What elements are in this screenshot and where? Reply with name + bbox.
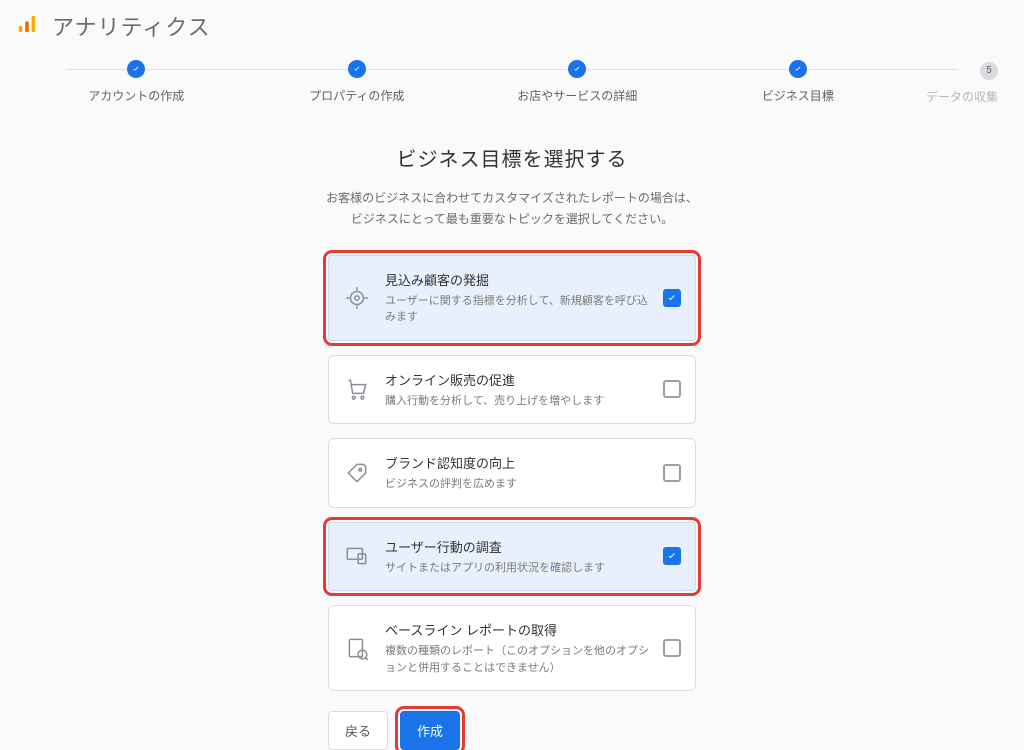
devices-icon (343, 543, 371, 569)
product-name: アナリティクス (52, 10, 211, 42)
step-data-collection: 5 データの収集 (908, 60, 998, 105)
tag-icon (343, 460, 371, 486)
objective-cards: 見込み顧客の発掘 ユーザーに関する指標を分析して、新規顧客を呼び込みます オンラ… (328, 255, 696, 692)
card-online-sales[interactable]: オンライン販売の促進 購入行動を分析して、売り上げを増やします (328, 355, 696, 425)
footer-actions: 戻る 作成 (328, 711, 696, 750)
card-title: ブランド認知度の向上 (385, 453, 649, 472)
card-user-behavior[interactable]: ユーザー行動の調査 サイトまたはアプリの利用状況を確認します (328, 522, 696, 592)
app-header: アナリティクス (0, 0, 1024, 50)
card-title: 見込み顧客の発掘 (385, 270, 649, 289)
step-property[interactable]: プロパティの作成 (247, 60, 468, 105)
card-desc: 購入行動を分析して、売り上げを増やします (385, 393, 649, 410)
target-icon (343, 285, 371, 311)
checkbox-unchecked-icon[interactable] (663, 380, 681, 398)
card-desc: 複数の種類のレポート（このオプションを他のオプションと併用することはできません） (385, 643, 649, 676)
checkbox-checked-icon[interactable] (663, 289, 681, 307)
report-icon (343, 635, 371, 661)
card-baseline-reports[interactable]: ベースライン レポートの取得 複数の種類のレポート（このオプションを他のオプショ… (328, 605, 696, 691)
card-desc: サイトまたはアプリの利用状況を確認します (385, 560, 649, 577)
card-desc: ユーザーに関する指標を分析して、新規顧客を呼び込みます (385, 293, 649, 326)
step-business-details[interactable]: お店やサービスの詳細 (467, 60, 688, 105)
checkbox-unchecked-icon[interactable] (663, 464, 681, 482)
page-title: ビジネス目標を選択する (0, 143, 1024, 172)
analytics-logo-icon (16, 13, 38, 40)
back-button[interactable]: 戻る (328, 711, 388, 750)
card-title: ベースライン レポートの取得 (385, 620, 649, 639)
setup-stepper: アカウントの作成 プロパティの作成 お店やサービスの詳細 ビジネス目標 5 デー… (0, 50, 1024, 105)
card-title: オンライン販売の促進 (385, 370, 649, 389)
step-business-objectives[interactable]: ビジネス目標 (688, 60, 909, 105)
checkbox-unchecked-icon[interactable] (663, 639, 681, 657)
card-brand-awareness[interactable]: ブランド認知度の向上 ビジネスの評判を広めます (328, 438, 696, 508)
cart-icon (343, 376, 371, 402)
create-button[interactable]: 作成 (400, 711, 460, 750)
step-account[interactable]: アカウントの作成 (26, 60, 247, 105)
card-lead-generation[interactable]: 見込み顧客の発掘 ユーザーに関する指標を分析して、新規顧客を呼び込みます (328, 255, 696, 341)
page-subtitle: お客様のビジネスに合わせてカスタマイズされたレポートの場合は、 ビジネスにとって… (0, 188, 1024, 231)
checkbox-checked-icon[interactable] (663, 547, 681, 565)
card-desc: ビジネスの評判を広めます (385, 476, 649, 493)
main-content: ビジネス目標を選択する お客様のビジネスに合わせてカスタマイズされたレポートの場… (0, 105, 1024, 750)
card-title: ユーザー行動の調査 (385, 537, 649, 556)
